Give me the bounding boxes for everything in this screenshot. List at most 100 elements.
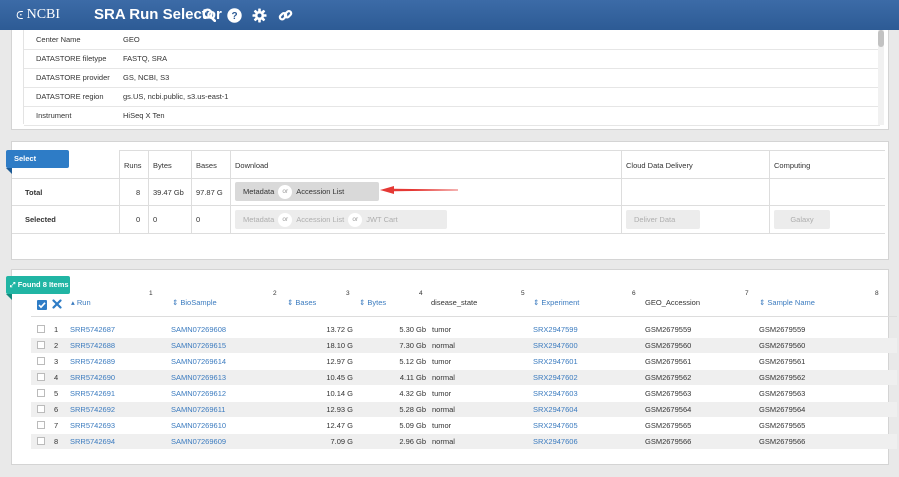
column-header-run[interactable]: ▴ Run [71, 298, 91, 307]
biosample-link[interactable]: SAMN07269610 [171, 421, 226, 430]
annotation-arrow [380, 186, 458, 194]
metadata-table: Center Name GEO DATASTORE filetype FASTQ… [23, 30, 881, 126]
column-label: Bases [295, 298, 317, 307]
table-row[interactable]: 6 SRR5742692 SAMN07269611 12.93 G 5.28 G… [31, 402, 897, 417]
metadata-row: Center Name GEO [24, 30, 880, 50]
run-link[interactable]: SRR5742692 [70, 405, 115, 414]
row-checkbox[interactable] [37, 405, 45, 413]
row-checkbox[interactable] [37, 357, 45, 365]
table-row[interactable]: 4 SRR5742690 SAMN07269613 10.45 G 4.11 G… [31, 370, 897, 385]
selected-runs: 0 [136, 215, 141, 224]
column-header-bytes[interactable]: ⇕ Bytes [359, 298, 386, 307]
column-header-biosample[interactable]: ⇕ BioSample [172, 298, 217, 307]
selected-bytes: 0 [153, 215, 158, 224]
experiment-link[interactable]: SRX2947600 [533, 341, 578, 350]
divider [12, 233, 885, 234]
select-all-checkbox-icon[interactable] [37, 300, 47, 310]
total-label: Total [25, 188, 43, 197]
column-number: 2 [273, 290, 277, 297]
column-number: 7 [745, 290, 749, 297]
divider [12, 205, 885, 206]
total-download-group: Metadata or Accession List [235, 182, 379, 201]
table-row[interactable]: 2 SRR5742688 SAMN07269615 18.10 G 7.30 G… [31, 338, 897, 353]
gear-icon[interactable] [251, 7, 267, 23]
row-number: 6 [54, 405, 59, 414]
column-number: 3 [346, 290, 350, 297]
table-row[interactable]: 8 SRR5742694 SAMN07269609 7.09 G 2.96 Gb… [31, 434, 897, 449]
table-row[interactable]: 5 SRR5742691 SAMN07269612 10.14 G 4.32 G… [31, 386, 897, 401]
row-checkbox[interactable] [37, 341, 45, 349]
divider [191, 150, 192, 233]
biosample-link[interactable]: SAMN07269609 [171, 437, 226, 446]
biosample-link[interactable]: SAMN07269608 [171, 325, 226, 334]
biosample-link[interactable]: SAMN07269611 [171, 405, 225, 414]
column-header-bases[interactable]: ⇕ Bases [287, 298, 316, 307]
sort-icon: ⇕ [759, 298, 766, 307]
metadata-value: FASTQ, SRA [123, 54, 168, 63]
select-tab: Select [6, 150, 69, 168]
table-row[interactable]: 3 SRR5742689 SAMN07269614 12.97 G 5.12 G… [31, 354, 897, 369]
column-header-experiment[interactable]: ⇕ Experiment [533, 298, 579, 307]
metadata-key: DATASTORE region [36, 92, 104, 101]
sort-icon: ⇕ [359, 298, 366, 307]
row-checkbox[interactable] [37, 389, 45, 397]
column-header-geo-accession: GEO_Accession [645, 298, 701, 307]
scrollbar-thumb[interactable] [878, 30, 884, 47]
metadata-value: HiSeq X Ten [123, 111, 165, 120]
metadata-row: DATASTORE filetype FASTQ, SRA [24, 49, 880, 69]
sort-icon: ⇕ [533, 298, 540, 307]
experiment-link[interactable]: SRX2947599 [533, 325, 578, 334]
row-checkbox[interactable] [37, 373, 45, 381]
results-panel: ⤢ Found 8 Items ▴ Run 1 ⇕ BioSample 2 ⇕ … [6, 269, 897, 465]
ncbi-logo[interactable]: ⪽ NCBI [16, 7, 60, 23]
column-label: Experiment [541, 298, 580, 307]
tab-corner [6, 168, 12, 174]
column-header-sample-name[interactable]: ⇕ Sample Name [759, 298, 815, 307]
run-link[interactable]: SRR5742694 [70, 437, 115, 446]
table-row[interactable]: 1 SRR5742687 SAMN07269608 13.72 G 5.30 G… [31, 322, 897, 337]
experiment-link[interactable]: SRX2947601 [533, 357, 578, 366]
divider [621, 150, 622, 233]
metadata-panel: Center Name GEO DATASTORE filetype FASTQ… [11, 30, 889, 130]
run-link[interactable]: SRR5742690 [70, 373, 115, 382]
experiment-link[interactable]: SRX2947603 [533, 389, 578, 398]
expand-icon[interactable]: ⤢ [10, 282, 16, 289]
experiment-link[interactable]: SRX2947606 [533, 437, 578, 446]
metadata-scrollbar[interactable] [878, 30, 884, 125]
selected-download-group: Metadata or Accession List or JWT Cart [235, 210, 447, 229]
metadata-button[interactable]: Metadata [243, 187, 274, 196]
run-link[interactable]: SRR5742689 [70, 357, 115, 366]
deliver-data-button: Deliver Data [626, 210, 700, 229]
sort-icon: ⇕ [172, 298, 179, 307]
total-bases: 97.87 G [196, 188, 223, 197]
metadata-row: DATASTORE region gs.US, ncbi.public, s3.… [24, 87, 880, 107]
biosample-link[interactable]: SAMN07269613 [171, 373, 226, 382]
biosample-link[interactable]: SAMN07269615 [171, 341, 226, 350]
biosample-link[interactable]: SAMN07269614 [171, 357, 226, 366]
run-link[interactable]: SRR5742688 [70, 341, 115, 350]
metadata-value: GEO [123, 35, 140, 44]
run-link[interactable]: SRR5742687 [70, 325, 115, 334]
help-icon[interactable]: ? [226, 7, 242, 23]
bytes-value: 5.09 Gb [399, 421, 426, 430]
accession-list-button[interactable]: Accession List [296, 187, 344, 196]
clear-selection-icon[interactable] [52, 299, 62, 311]
column-number: 8 [875, 290, 879, 297]
sort-icon: ⇕ [287, 298, 294, 307]
row-checkbox[interactable] [37, 421, 45, 429]
experiment-link[interactable]: SRX2947602 [533, 373, 578, 382]
run-link[interactable]: SRR5742693 [70, 421, 115, 430]
table-row[interactable]: 7 SRR5742693 SAMN07269610 12.47 G 5.09 G… [31, 418, 897, 433]
link-icon[interactable] [277, 7, 293, 23]
row-checkbox[interactable] [37, 325, 45, 333]
experiment-link[interactable]: SRX2947604 [533, 405, 578, 414]
header-computing: Computing [774, 161, 811, 170]
run-link[interactable]: SRR5742691 [70, 389, 115, 398]
search-icon[interactable] [201, 7, 217, 23]
biosample-link[interactable]: SAMN07269612 [171, 389, 226, 398]
geo-accession-value: GSM2679560 [645, 341, 692, 350]
geo-accession-value: GSM2679562 [645, 373, 692, 382]
experiment-link[interactable]: SRX2947605 [533, 421, 578, 430]
row-checkbox[interactable] [37, 437, 45, 445]
svg-text:?: ? [231, 11, 237, 22]
